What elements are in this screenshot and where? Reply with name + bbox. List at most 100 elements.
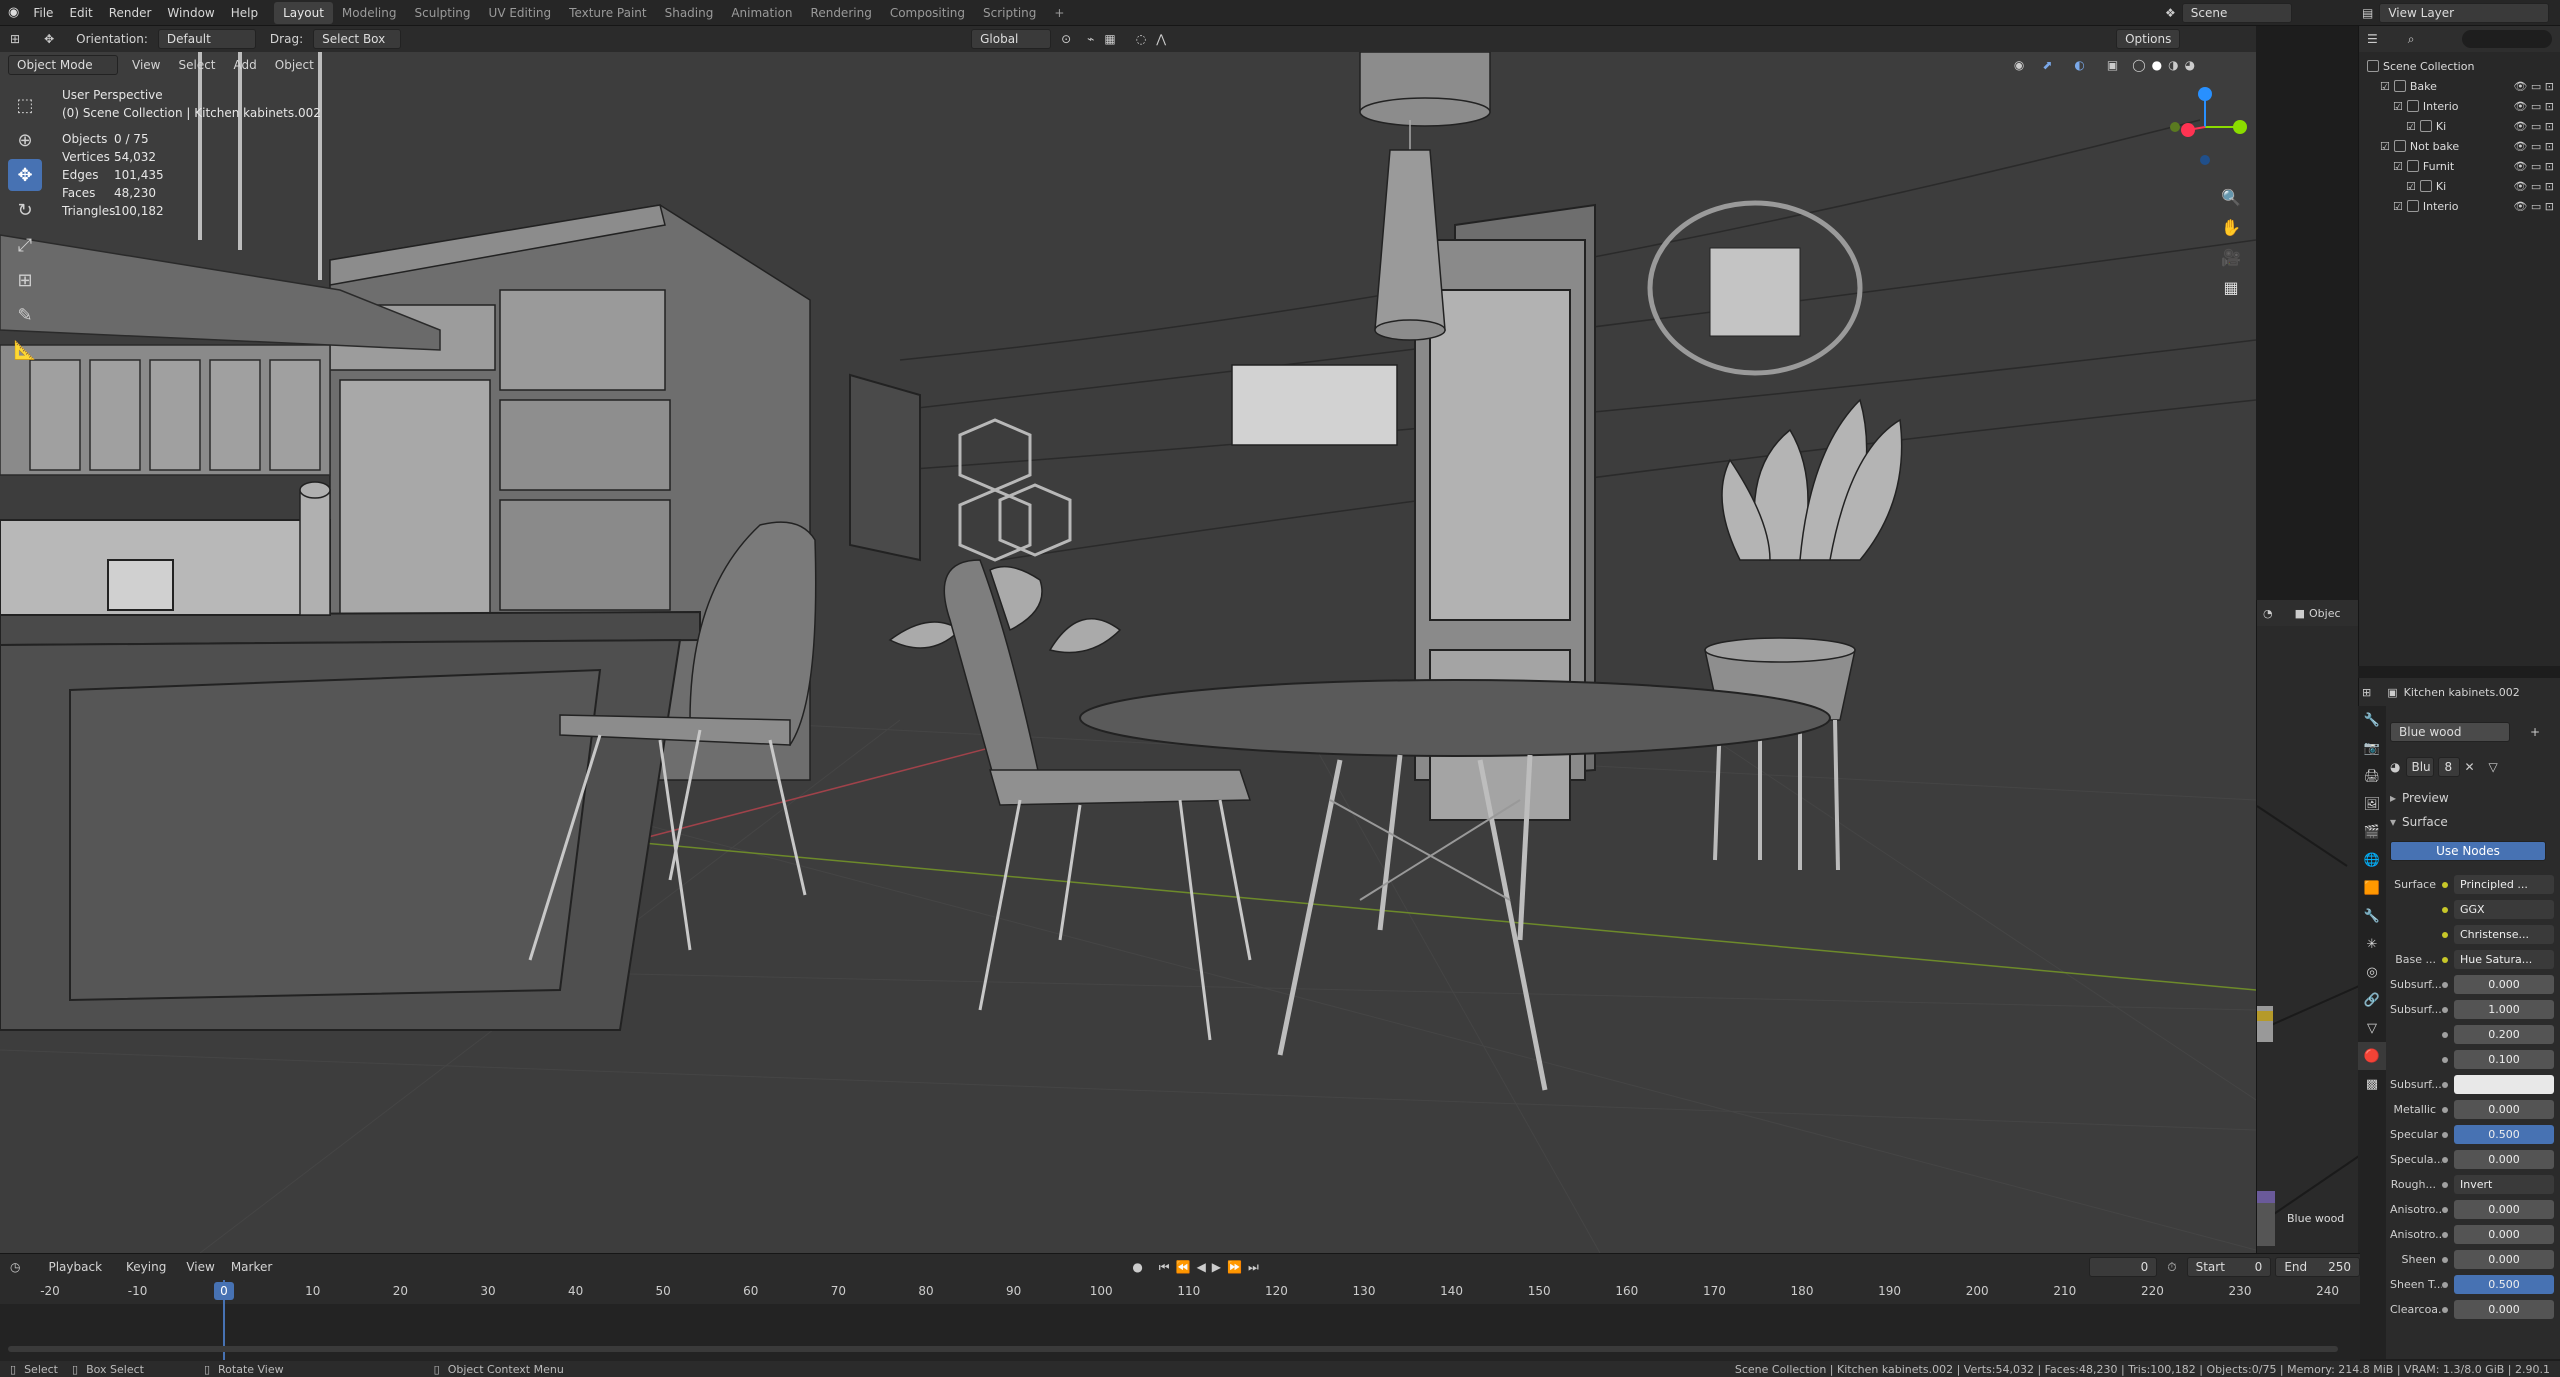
property-field[interactable]: Principled ...	[2454, 875, 2554, 894]
socket-icon[interactable]	[2442, 931, 2448, 938]
drag-dropdown[interactable]: Select Box	[313, 29, 402, 49]
add-menu[interactable]: Add	[234, 58, 257, 72]
exclude-checkbox-icon[interactable]: ☑	[2380, 80, 2390, 93]
frame-ruler[interactable]: -20 -10 0 10 20 30 40 50 60 70 80 90 100 110 120 130 140…	[0, 1280, 2360, 1304]
visibility-toggles-icon[interactable]: 👁 ▭ ⊡	[2513, 120, 2560, 133]
menu-window[interactable]: Window	[159, 0, 222, 26]
workspace-tab-modeling[interactable]: Modeling	[333, 2, 406, 24]
socket-icon[interactable]	[2442, 1231, 2448, 1238]
socket-icon[interactable]	[2442, 956, 2448, 963]
scene-field[interactable]: Scene	[2181, 3, 2292, 23]
socket-icon[interactable]	[2442, 1131, 2448, 1138]
surface-panel-header[interactable]: ▾ Surface	[2390, 810, 2560, 834]
object-menu[interactable]: Object	[275, 58, 314, 72]
workspace-tab-uv-editing[interactable]: UV Editing	[480, 2, 561, 24]
outliner-item[interactable]: Scene Collection	[2359, 56, 2560, 76]
workspace-tab-layout[interactable]: Layout	[274, 1, 333, 24]
end-frame-field[interactable]: End 250	[2275, 1257, 2361, 1277]
socket-icon[interactable]	[2442, 1256, 2448, 1263]
property-field[interactable]: 0.000	[2454, 1100, 2554, 1119]
wireframe-shading-icon[interactable]: ◯	[2132, 58, 2145, 72]
menu-render[interactable]: Render	[101, 0, 160, 26]
add-workspace-button[interactable]: +	[1045, 2, 1073, 24]
socket-icon[interactable]	[2442, 1306, 2448, 1313]
outliner-item[interactable]: ☑ Ki 👁 ▭ ⊡	[2359, 176, 2560, 196]
prev-keyframe-icon[interactable]: ⏪	[1176, 1260, 1191, 1274]
visibility-toggles-icon[interactable]: 👁 ▭ ⊡	[2513, 80, 2560, 93]
pivot-icon[interactable]: ⊙	[1061, 32, 1071, 46]
output-tab-icon[interactable]: 🖨	[2358, 762, 2386, 790]
property-field[interactable]: 0.000	[2454, 1225, 2554, 1244]
socket-icon[interactable]	[2442, 1006, 2448, 1013]
snap-icon[interactable]: ⌁	[1087, 32, 1094, 46]
object-type-label[interactable]: Objec	[2309, 607, 2341, 620]
snap-grid-icon[interactable]: ▦	[1104, 32, 1115, 46]
property-field[interactable]: GGX	[2454, 900, 2554, 919]
property-field[interactable]: 0.000	[2454, 1150, 2554, 1169]
outliner-item[interactable]: ☑ Interio 👁 ▭ ⊡	[2359, 96, 2560, 116]
menu-help[interactable]: Help	[223, 0, 266, 26]
marker-menu[interactable]: Marker	[231, 1260, 272, 1274]
visibility-toggles-icon[interactable]: 👁 ▭ ⊡	[2513, 160, 2560, 173]
jump-end-icon[interactable]: ⏭	[1248, 1260, 1259, 1275]
property-field[interactable]: 0.000	[2454, 1200, 2554, 1219]
3d-viewport[interactable]: Object Mode View Select Add Object ◉ ⬈ ◐…	[0, 52, 2256, 1253]
workspace-tab-animation[interactable]: Animation	[722, 2, 801, 24]
options-dropdown[interactable]: Options	[2116, 29, 2181, 49]
property-field[interactable]: 1.000	[2454, 1000, 2554, 1019]
exclude-checkbox-icon[interactable]: ☑	[2406, 180, 2416, 193]
modifier-tab-icon[interactable]: 🔧	[2358, 902, 2386, 930]
falloff-icon[interactable]: ⋀	[1156, 32, 1166, 46]
menu-file[interactable]: File	[25, 0, 61, 26]
material-shading-icon[interactable]: ◑	[2168, 58, 2178, 72]
record-icon[interactable]: ●	[1132, 1260, 1142, 1274]
physics-tab-icon[interactable]: ◎	[2358, 958, 2386, 986]
outliner-item[interactable]: ☑ Furnit 👁 ▭ ⊡	[2359, 156, 2560, 176]
visibility-toggles-icon[interactable]: 👁 ▭ ⊡	[2513, 140, 2560, 153]
select-box-tool-icon[interactable]: ⬚	[8, 89, 42, 121]
navigation-gizmo[interactable]	[2160, 82, 2250, 172]
workspace-tab-scripting[interactable]: Scripting	[974, 2, 1045, 24]
ortho-grid-icon[interactable]: ▦	[2216, 272, 2246, 302]
workspace-tab-shading[interactable]: Shading	[656, 2, 723, 24]
add-slot-icon[interactable]: +	[2530, 725, 2540, 739]
playhead-frame-badge[interactable]: 0	[214, 1282, 234, 1300]
material-tab-icon[interactable]: 🔴	[2358, 1042, 2386, 1070]
workspace-tab-rendering[interactable]: Rendering	[802, 2, 881, 24]
visibility-toggles-icon[interactable]: 👁 ▭ ⊡	[2513, 100, 2560, 113]
menu-edit[interactable]: Edit	[61, 0, 100, 26]
material-name-field[interactable]: Blu	[2406, 757, 2435, 777]
rendered-shading-icon[interactable]: ◕	[2185, 58, 2195, 72]
socket-icon[interactable]	[2442, 1206, 2448, 1213]
socket-icon[interactable]	[2442, 981, 2448, 988]
socket-icon[interactable]	[2442, 1156, 2448, 1163]
annotate-tool-icon[interactable]: ✎	[8, 299, 42, 331]
outliner-search-input[interactable]	[2462, 30, 2552, 48]
gizmo-icon[interactable]: ⬈	[2042, 58, 2052, 72]
exclude-checkbox-icon[interactable]: ☑	[2393, 100, 2403, 113]
data-tab-icon[interactable]: ▽	[2358, 1014, 2386, 1042]
view-layer-field[interactable]: View Layer	[2379, 3, 2550, 23]
scale-tool-icon[interactable]: ⤢	[8, 229, 42, 261]
timeline-editor-icon[interactable]: ◷	[10, 1260, 20, 1274]
exclude-checkbox-icon[interactable]: ☑	[2380, 140, 2390, 153]
transform-orientation-dropdown[interactable]: Global	[971, 29, 1052, 49]
tool-tab-icon[interactable]: 🔧	[2358, 706, 2386, 734]
jump-start-icon[interactable]: ⏮	[1159, 1260, 1170, 1275]
workspace-tab-compositing[interactable]: Compositing	[881, 2, 974, 24]
keying-menu[interactable]: Keying	[126, 1260, 166, 1274]
exclude-checkbox-icon[interactable]: ☑	[2393, 160, 2403, 173]
property-field[interactable]: 0.500	[2454, 1275, 2554, 1294]
texture-tab-icon[interactable]: ▩	[2358, 1070, 2386, 1098]
orientation-dropdown[interactable]: Default	[157, 29, 256, 49]
timeline-scrollbar[interactable]	[8, 1346, 2338, 1352]
start-frame-field[interactable]: Start 0	[2186, 1257, 2272, 1277]
visibility-toggles-icon[interactable]: 👁 ▭ ⊡	[2513, 200, 2560, 213]
filter-icon[interactable]: ▽	[2489, 760, 2498, 774]
cursor-tool-icon[interactable]: ⊕	[8, 124, 42, 156]
shader-editor-icon[interactable]: ◔	[2263, 607, 2273, 620]
xray-icon[interactable]: ▣	[2107, 58, 2118, 72]
property-field[interactable]	[2454, 1075, 2554, 1094]
property-field[interactable]: 0.500	[2454, 1125, 2554, 1144]
property-field[interactable]: 0.000	[2454, 1250, 2554, 1269]
